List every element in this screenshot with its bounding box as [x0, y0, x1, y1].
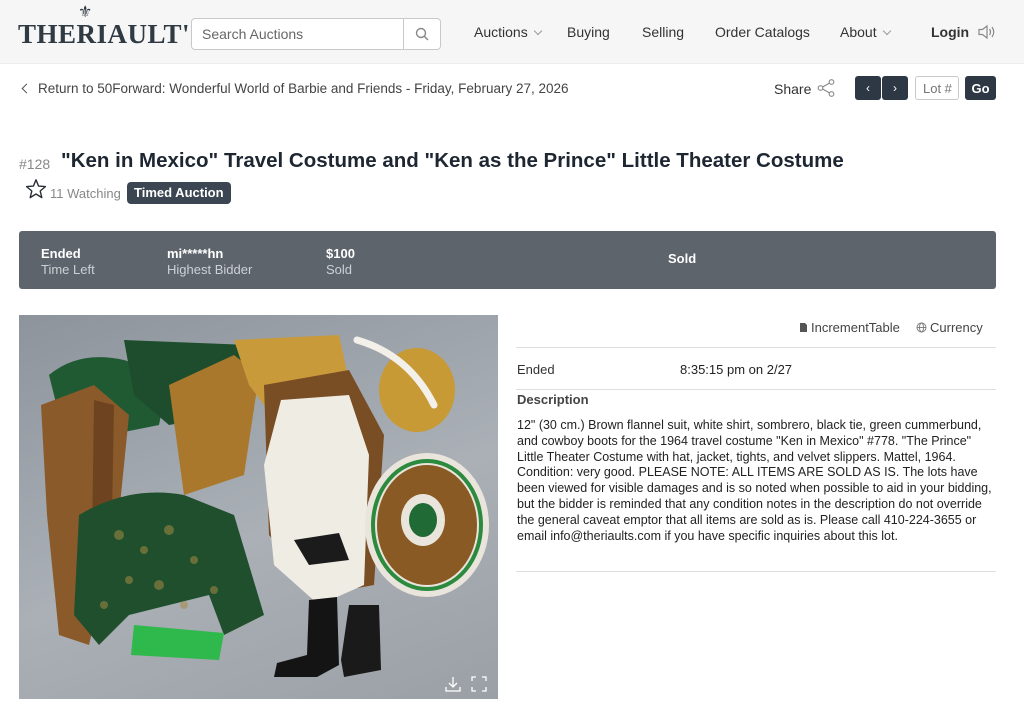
watching-count: 11 Watching — [50, 186, 121, 201]
divider — [516, 347, 996, 348]
divider — [516, 389, 996, 390]
nav-selling[interactable]: Selling — [642, 24, 684, 40]
nav-selling-label: Selling — [642, 24, 685, 40]
increment-table-link[interactable]: IncrementTable — [799, 320, 900, 335]
expand-icon[interactable] — [470, 675, 488, 693]
divider — [516, 571, 996, 572]
prev-lot-button[interactable]: ‹ — [855, 76, 881, 100]
ended-label: Ended — [517, 362, 555, 377]
sold-price-cell: $100 Sold — [326, 246, 355, 278]
nav-about-label: About — [840, 24, 877, 40]
highest-bidder-value: mi*****hn — [167, 246, 224, 261]
currency-link[interactable]: Currency — [916, 320, 983, 335]
nav-buying-label: Buying — [567, 24, 610, 40]
chevron-down-icon — [882, 26, 891, 36]
highest-bidder-cell: mi*****hn Highest Bidder — [167, 246, 252, 278]
globe-icon — [916, 322, 927, 333]
nav-order-catalogs[interactable]: Order Catalogs — [715, 24, 810, 40]
search-button[interactable] — [403, 19, 440, 49]
search-box — [191, 18, 441, 50]
nav-buying[interactable]: Buying — [567, 24, 610, 40]
logo-text: THERIAULT'S — [18, 19, 206, 49]
search-input[interactable] — [192, 19, 404, 49]
lot-image[interactable] — [19, 315, 498, 699]
site-header: ⚜ THERIAULT'S Auctions Buying Selling Or… — [0, 0, 1024, 64]
share-icon[interactable] — [816, 78, 836, 98]
nav-auctions-label: Auctions — [474, 24, 528, 40]
lot-number-input[interactable] — [915, 76, 959, 100]
back-arrow-icon — [21, 83, 32, 94]
next-lot-button[interactable]: › — [882, 76, 908, 100]
time-left-label: Time Left — [41, 262, 95, 277]
sold-price-label: Sold — [326, 262, 353, 277]
increment-table-label: IncrementTable — [811, 320, 900, 335]
time-left-value: Ended — [41, 246, 81, 261]
star-icon[interactable] — [25, 178, 47, 200]
lot-photo-illustration — [41, 335, 489, 677]
go-button[interactable]: Go — [965, 76, 996, 100]
nav-order-catalogs-label: Order Catalogs — [715, 24, 810, 40]
page-title: "Ken in Mexico" Travel Costume and "Ken … — [61, 149, 844, 172]
ended-time: 8:35:15 pm on 2/27 — [680, 362, 793, 377]
time-left-cell: Ended Time Left — [41, 246, 95, 278]
description-heading: Description — [517, 392, 589, 407]
chevron-down-icon — [533, 26, 542, 36]
sold-price-value: $100 — [326, 246, 355, 261]
download-icon[interactable] — [444, 675, 462, 693]
search-icon — [415, 27, 429, 41]
back-to-auction-link[interactable]: Return to 50Forward: Wonderful World of … — [21, 81, 569, 96]
nav-about[interactable]: About — [840, 24, 891, 40]
share-button[interactable]: Share — [774, 81, 811, 97]
auction-type-badge: Timed Auction — [127, 182, 231, 204]
highest-bidder-label: Highest Bidder — [167, 262, 253, 277]
speaker-button[interactable] — [977, 24, 997, 45]
site-logo[interactable]: ⚜ THERIAULT'S — [18, 5, 205, 52]
back-to-auction-label: Return to 50Forward: Wonderful World of … — [38, 81, 569, 96]
sold-status: Sold — [668, 251, 697, 266]
lot-number: #128 — [19, 156, 51, 172]
currency-label: Currency — [930, 320, 983, 335]
bid-status-bar: Ended Time Left mi*****hn Highest Bidder… — [19, 231, 996, 289]
lot-description: 12" (30 cm.) Brown flannel suit, white s… — [517, 418, 992, 543]
document-icon — [800, 323, 807, 332]
speaker-icon — [978, 24, 995, 40]
nav-auctions[interactable]: Auctions — [474, 24, 542, 40]
login-link[interactable]: Login — [931, 24, 969, 40]
